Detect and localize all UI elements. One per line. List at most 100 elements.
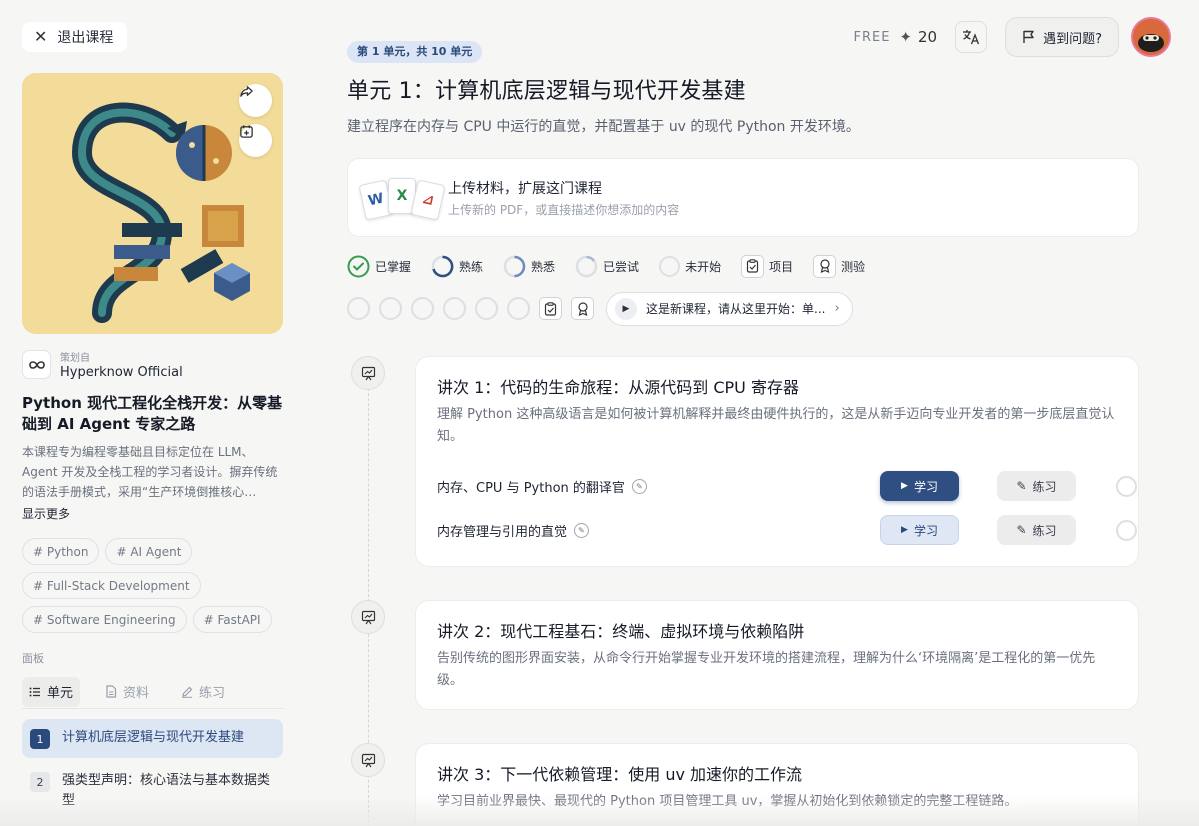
play-icon: ▶: [901, 481, 908, 491]
practice-button[interactable]: ✎ 练习: [997, 515, 1076, 545]
unit-list-item[interactable]: 2 强类型声明：核心语法与基本数据类型: [22, 762, 283, 820]
panel-label: 面板: [22, 652, 44, 665]
legend-attempted: 已尝试: [575, 255, 639, 278]
lesson-progress-circle[interactable]: [443, 297, 466, 320]
legend-not-started: 未开始: [659, 255, 722, 277]
legend-proficient: 熟练: [431, 255, 483, 278]
tab-units[interactable]: 单元: [22, 676, 81, 707]
show-more-link[interactable]: 显示更多: [22, 505, 283, 522]
legend-label: 熟悉: [531, 259, 556, 274]
tag[interactable]: # AI Agent: [105, 538, 193, 565]
mastered-check-icon: [347, 255, 370, 277]
topic-label: 内存管理与引用的直觉: [437, 524, 568, 540]
course-title: Python 现代工程化全栈开发：从零基础到 AI Agent 专家之路: [22, 394, 283, 433]
tab-materials-label: 资料: [123, 686, 150, 701]
edit-icon[interactable]: ✎: [631, 478, 647, 494]
presentation-icon: [351, 743, 385, 777]
tag[interactable]: # Software Engineering: [22, 606, 187, 633]
unit-title: 单元 1：计算机底层逻辑与现代开发基建: [347, 79, 746, 104]
curator-name: Hyperknow Official: [60, 365, 183, 380]
unit-number: 1: [30, 729, 50, 749]
learn-button[interactable]: ▶ 学习: [880, 515, 959, 545]
legend-label: 已尝试: [603, 259, 640, 274]
pencil-icon: ✎: [1016, 523, 1027, 537]
tag[interactable]: # FastAPI: [192, 606, 272, 633]
topic-status-circle[interactable]: [1116, 519, 1137, 541]
legend-label: 未开始: [685, 259, 722, 274]
curator-label: 策划自: [60, 353, 90, 364]
lesson-description: 理解 Python 这种高级语言是如何被计算机解释并最终由硬件执行的，这是从新手…: [437, 407, 1115, 444]
lesson-title: 讲次 2：现代工程基石：终端、虚拟环境与依赖陷阱: [437, 622, 805, 641]
unit-progress-badge: 第 1 单元，共 10 单元: [347, 41, 483, 63]
award-icon: [813, 254, 837, 278]
legend-project: 项目: [741, 254, 794, 278]
start-here-label: 这是新课程，请从这里开始：单...: [646, 302, 826, 316]
lesson-progress-circle[interactable]: [475, 297, 498, 320]
lesson-description: 学习目前业界最快、最现代的 Python 项目管理工具 uv，掌握从初始化到依赖…: [437, 794, 1018, 809]
share-button[interactable]: [239, 84, 272, 117]
topic-row: 内存管理与引用的直觉 ✎ ▶ 学习 ✎ 练习: [437, 508, 1137, 552]
tab-practice[interactable]: 练习: [174, 677, 232, 707]
calendar-add-icon: [240, 125, 253, 138]
presentation-icon: [351, 600, 385, 634]
sidebar: ✕ 退出课程 策划自 Hyperknow Official Python 现代工…: [0, 0, 305, 826]
topic-status-circle[interactable]: [1116, 475, 1137, 497]
unit-number: 2: [30, 772, 50, 792]
learn-label: 学习: [913, 479, 938, 494]
practice-button[interactable]: ✎ 练习: [997, 471, 1076, 501]
start-here-button[interactable]: ▶ 这是新课程，请从这里开始：单... ›: [606, 291, 853, 326]
tab-units-label: 单元: [47, 686, 74, 701]
proficient-ring-icon: [431, 255, 454, 277]
tab-materials[interactable]: 资料: [98, 677, 156, 707]
play-icon: ▶: [615, 297, 637, 320]
exit-course-label: 退出课程: [57, 30, 114, 46]
clipboard-icon: [741, 254, 765, 278]
file-types-icon: W X ⊿: [356, 170, 448, 226]
pencil-icon: ✎: [1016, 479, 1027, 493]
pdf-file-icon: ⊿: [410, 178, 446, 221]
unit-subtitle: 建立程序在内存与 CPU 中运行的直觉，并配置基于 uv 的现代 Python …: [347, 119, 860, 135]
upload-subtitle: 上传新的 PDF，或直接描述你想添加的内容: [448, 202, 680, 217]
pencil-icon: [182, 686, 193, 698]
edit-icon[interactable]: ✎: [574, 522, 590, 538]
presentation-icon: [351, 356, 385, 390]
not-started-ring-icon: [659, 255, 681, 277]
topic-row: 内存、CPU 与 Python 的翻译官 ✎ ▶ 学习 ✎ 练习: [437, 464, 1137, 508]
lesson-card[interactable]: 讲次 3：下一代依赖管理：使用 uv 加速你的工作流 学习目前业界最快、最现代的…: [415, 743, 1139, 826]
legend-label: 测验: [841, 259, 866, 274]
legend-label: 熟练: [459, 259, 484, 274]
exit-course-button[interactable]: ✕ 退出课程: [22, 22, 128, 52]
chevron-right-icon: ›: [834, 301, 840, 316]
familiar-ring-icon: [503, 255, 526, 277]
unit-list-title: 强类型声明：核心语法与基本数据类型: [62, 773, 271, 808]
legend-quiz: 测验: [813, 254, 866, 278]
unit-list-title: 计算机底层逻辑与现代开发基建: [62, 730, 245, 745]
tag[interactable]: # Python: [22, 538, 100, 565]
legend-familiar: 熟悉: [503, 255, 555, 278]
upload-materials-card[interactable]: W X ⊿ 上传材料，扩展这门课程 上传新的 PDF，或直接描述你想添加的内容: [347, 158, 1139, 237]
schedule-button[interactable]: [239, 124, 272, 157]
lesson-progress-circle[interactable]: [379, 297, 402, 320]
lesson-progress-circle[interactable]: [411, 297, 434, 320]
lesson-title: 讲次 3：下一代依赖管理：使用 uv 加速你的工作流: [437, 765, 803, 784]
share-icon: [240, 86, 253, 97]
play-icon: ▶: [901, 525, 908, 535]
lesson-card[interactable]: 讲次 2：现代工程基石：终端、虚拟环境与依赖陷阱 告别传统的图形界面安装，从命令…: [415, 600, 1139, 710]
main-content: 第 1 单元，共 10 单元 单元 1：计算机底层逻辑与现代开发基建 建立程序在…: [347, 0, 1139, 326]
list-icon: [29, 687, 40, 696]
learn-label: 学习: [913, 523, 938, 538]
quiz-award-icon[interactable]: [571, 297, 594, 320]
lesson-progress-circle[interactable]: [507, 297, 530, 320]
learn-button[interactable]: ▶ 学习: [880, 471, 959, 501]
curator-info: 策划自 Hyperknow Official: [22, 349, 283, 380]
unit-list-item[interactable]: 1 计算机底层逻辑与现代开发基建: [22, 719, 283, 758]
legend-label: 项目: [769, 259, 794, 274]
topic-label: 内存、CPU 与 Python 的翻译官: [437, 480, 625, 496]
tag[interactable]: # Full-Stack Development: [22, 572, 201, 599]
project-clipboard-icon[interactable]: [539, 297, 562, 320]
lesson-progress-circle[interactable]: [347, 297, 370, 320]
lesson-card: 讲次 1：代码的生命旅程：从源代码到 CPU 寄存器 理解 Python 这种高…: [415, 356, 1139, 567]
upload-title: 上传材料，扩展这门课程: [448, 180, 602, 197]
tab-practice-label: 练习: [199, 686, 226, 701]
lesson-title: 讲次 1：代码的生命旅程：从源代码到 CPU 寄存器: [437, 378, 799, 397]
